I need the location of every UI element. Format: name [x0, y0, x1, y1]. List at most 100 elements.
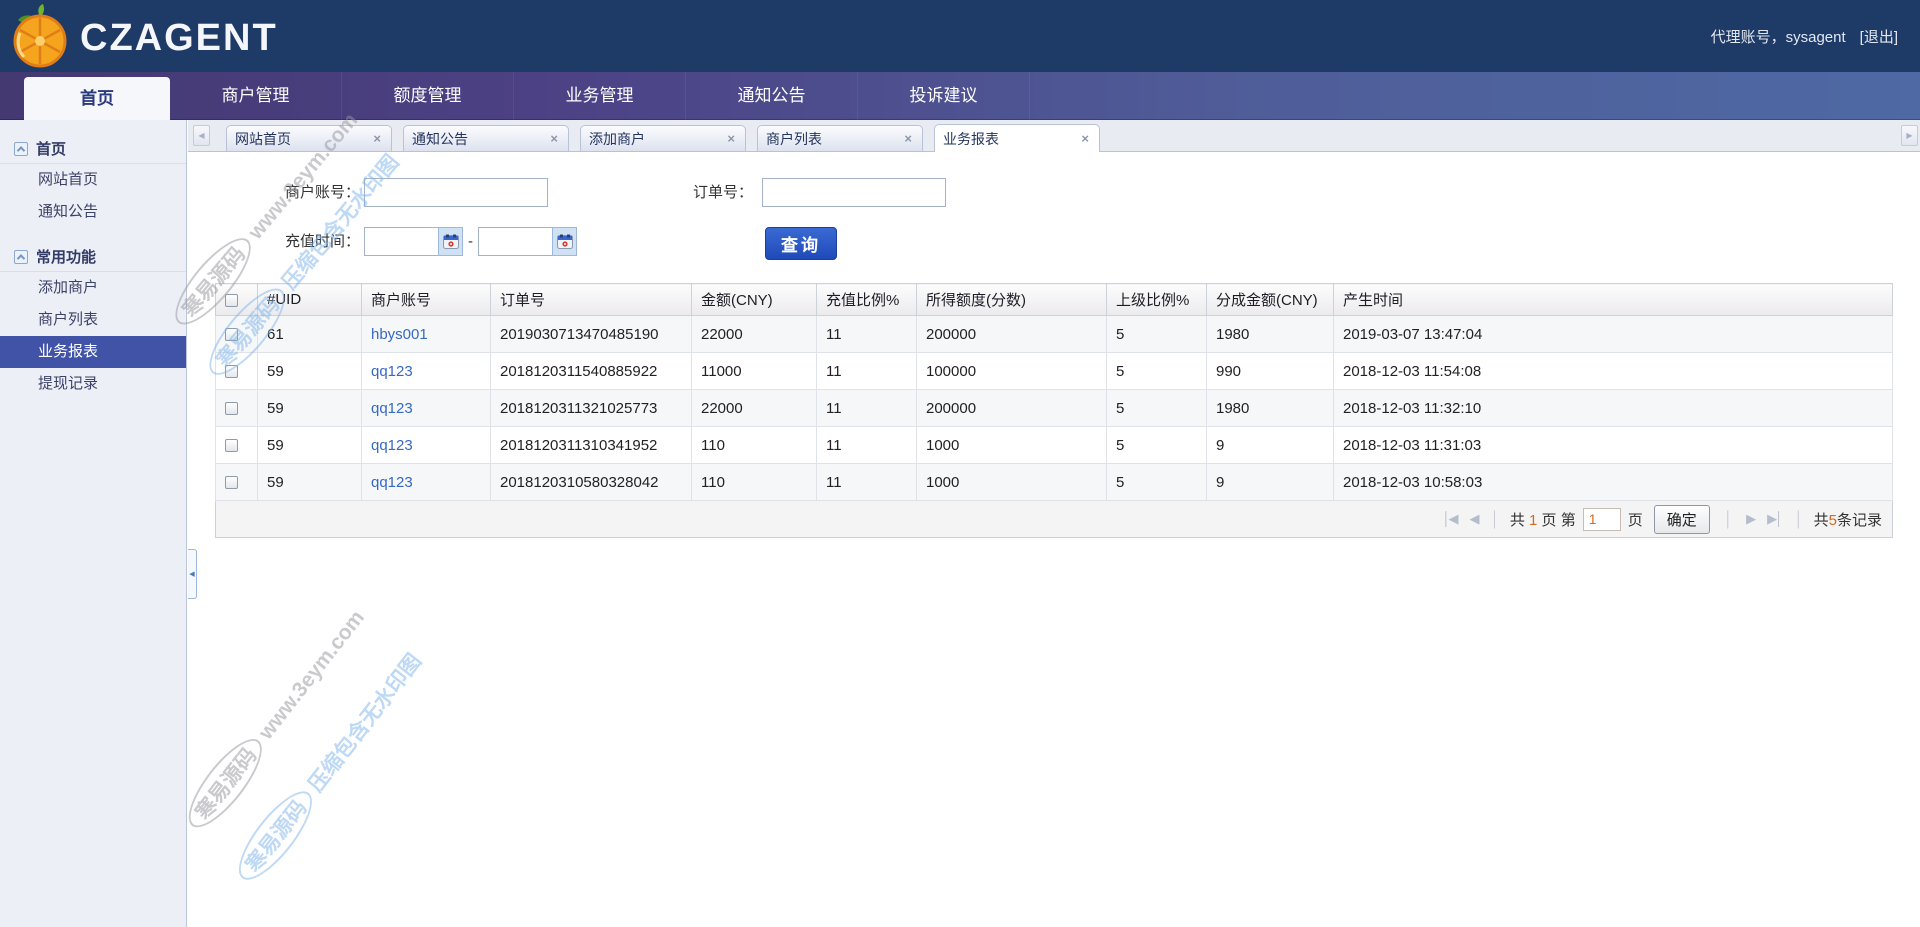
row-checkbox[interactable] [225, 365, 238, 379]
cell-amount: 22000 [691, 315, 817, 353]
row-checkbox[interactable] [225, 328, 238, 342]
cell-amount: 110 [691, 463, 817, 501]
sidebar-item[interactable]: 商户列表 [0, 304, 186, 336]
account-link[interactable]: qq123 [371, 474, 413, 491]
nav-item[interactable]: 通知公告 [686, 72, 858, 120]
cell-created-at: 2018-12-03 11:31:03 [1333, 426, 1893, 464]
select-all-checkbox[interactable] [225, 293, 238, 307]
date-range-separator: - [468, 233, 473, 250]
nav-item[interactable]: 首页 [24, 77, 170, 121]
nav-item-label: 商户管理 [221, 86, 290, 105]
col-created-at: 产生时间 [1333, 283, 1893, 316]
cell-share-amount: 1980 [1206, 389, 1334, 427]
sidebar-item[interactable]: 提现记录 [0, 368, 186, 400]
cell-credit: 200000 [916, 389, 1107, 427]
table-row: 59 qq123 2018120311321025773 22000 11 20… [215, 389, 1893, 427]
logout-link[interactable]: [退出] [1860, 26, 1898, 47]
col-uid: #UID [257, 283, 362, 316]
close-icon[interactable]: × [902, 131, 914, 146]
sidebar-item-label: 添加商户 [38, 279, 99, 296]
col-credit: 所得额度(分数) [916, 283, 1107, 316]
nav-item[interactable]: 商户管理 [170, 72, 342, 120]
calendar-icon[interactable] [438, 227, 463, 256]
cell-recharge-ratio: 11 [816, 426, 917, 464]
collapse-up-icon[interactable] [14, 249, 28, 264]
agent-account-label: 代理账号，sysagent [1710, 28, 1846, 46]
collapse-up-icon[interactable] [14, 141, 28, 156]
cell-created-at: 2019-03-07 13:47:04 [1333, 315, 1893, 353]
close-icon[interactable]: × [725, 131, 737, 146]
sidebar-item[interactable]: 通知公告 [0, 196, 186, 228]
content-panel: ◀ 网站首页 × 通知公告 × 添加商户 × 商户列表 × 业务报表 × ▶ 商… [188, 120, 1920, 927]
row-checkbox[interactable] [225, 402, 238, 416]
page-tab[interactable]: 添加商户 × [580, 125, 746, 151]
merchant-account-input[interactable] [364, 178, 548, 207]
page-tab-label: 业务报表 [943, 130, 999, 147]
date-from-input[interactable] [364, 227, 438, 256]
nav-item[interactable]: 额度管理 [342, 72, 514, 120]
sidebar-item[interactable]: 业务报表 [0, 336, 186, 368]
row-checkbox[interactable] [225, 439, 238, 453]
sidebar-section-home[interactable]: 首页 [0, 134, 186, 164]
page-tab[interactable]: 网站首页 × [226, 125, 392, 151]
order-no-input[interactable] [762, 178, 946, 207]
cell-share-amount: 1980 [1206, 315, 1334, 353]
collapse-left-icon: ◀ [189, 571, 195, 578]
tabs-scroll-left-icon[interactable]: ◀ [193, 125, 210, 146]
sidebar-section-common[interactable]: 常用功能 [0, 242, 186, 272]
sidebar-common-items: 添加商户 商户列表 业务报表 提现记录 [0, 272, 186, 400]
sidebar-item-label: 网站首页 [38, 171, 99, 188]
cell-parent-ratio: 5 [1106, 389, 1207, 427]
confirm-page-button[interactable]: 确定 [1653, 504, 1710, 534]
cell-order-no: 2019030713470485190 [490, 315, 692, 353]
sidebar-item[interactable]: 网站首页 [0, 164, 186, 196]
cell-order-no: 2018120311540885922 [490, 352, 692, 390]
calendar-icon[interactable] [552, 227, 577, 256]
prev-page-icon[interactable]: ◀ [1466, 511, 1480, 527]
account-link[interactable]: qq123 [371, 363, 413, 380]
first-page-icon[interactable]: │◀ [1439, 511, 1459, 527]
col-order-no: 订单号 [490, 283, 692, 316]
sidebar-collapse-handle[interactable]: ◀ [188, 549, 197, 599]
records-total-text: 共5条记录 [1813, 511, 1882, 529]
pagination-bar: │◀ ◀ │ 共 1 页 第 页 确定 │ ▶ ▶│ │ 共5条记录 [215, 501, 1893, 538]
cell-order-no: 2018120311321025773 [490, 389, 692, 427]
page-tab-label: 添加商户 [589, 130, 645, 147]
nav-item[interactable]: 投诉建议 [858, 72, 1030, 120]
sidebar-item[interactable]: 添加商户 [0, 272, 186, 304]
close-icon[interactable]: × [548, 131, 560, 146]
nav-item[interactable]: 业务管理 [514, 72, 686, 120]
sidebar-item-label: 通知公告 [38, 203, 99, 220]
close-icon[interactable]: × [371, 131, 383, 146]
cell-credit: 1000 [916, 463, 1107, 501]
sidebar-item-label: 商户列表 [38, 311, 99, 328]
total-pages-number: 1 [1529, 511, 1538, 529]
page-tab[interactable]: 业务报表 × [934, 124, 1100, 152]
account-link[interactable]: qq123 [371, 400, 413, 417]
cell-amount: 22000 [691, 389, 817, 427]
close-icon[interactable]: × [1079, 131, 1091, 146]
page-number-input[interactable] [1582, 507, 1621, 531]
cell-parent-ratio: 5 [1106, 315, 1207, 353]
cell-amount: 11000 [691, 352, 817, 390]
page-tab-label: 网站首页 [235, 130, 291, 147]
row-checkbox[interactable] [225, 476, 238, 490]
cell-order-no: 2018120311310341952 [490, 426, 692, 464]
recharge-time-label: 充值时间： [284, 233, 360, 250]
page-tab[interactable]: 商户列表 × [757, 125, 923, 151]
account-link[interactable]: hbys001 [371, 326, 428, 343]
col-amount: 金额(CNY) [691, 283, 817, 316]
table-row: 59 qq123 2018120311310341952 110 11 1000… [215, 426, 1893, 464]
page-tab[interactable]: 通知公告 × [403, 125, 569, 151]
nav-item-label: 首页 [80, 89, 114, 108]
cell-recharge-ratio: 11 [816, 463, 917, 501]
cell-uid: 59 [257, 352, 362, 390]
search-button[interactable]: 查询 [765, 227, 837, 260]
report-table: #UID 商户账号 订单号 金额(CNY) 充值比例% 所得额度(分数) 上级比… [215, 283, 1893, 501]
tabs-scroll-right-icon[interactable]: ▶ [1901, 125, 1918, 146]
date-to-input[interactable] [478, 227, 552, 256]
last-page-icon[interactable]: ▶│ [1764, 511, 1784, 527]
account-link[interactable]: qq123 [371, 437, 413, 454]
next-page-icon[interactable]: ▶ [1743, 511, 1757, 527]
table-row: 59 qq123 2018120310580328042 110 11 1000… [215, 463, 1893, 501]
